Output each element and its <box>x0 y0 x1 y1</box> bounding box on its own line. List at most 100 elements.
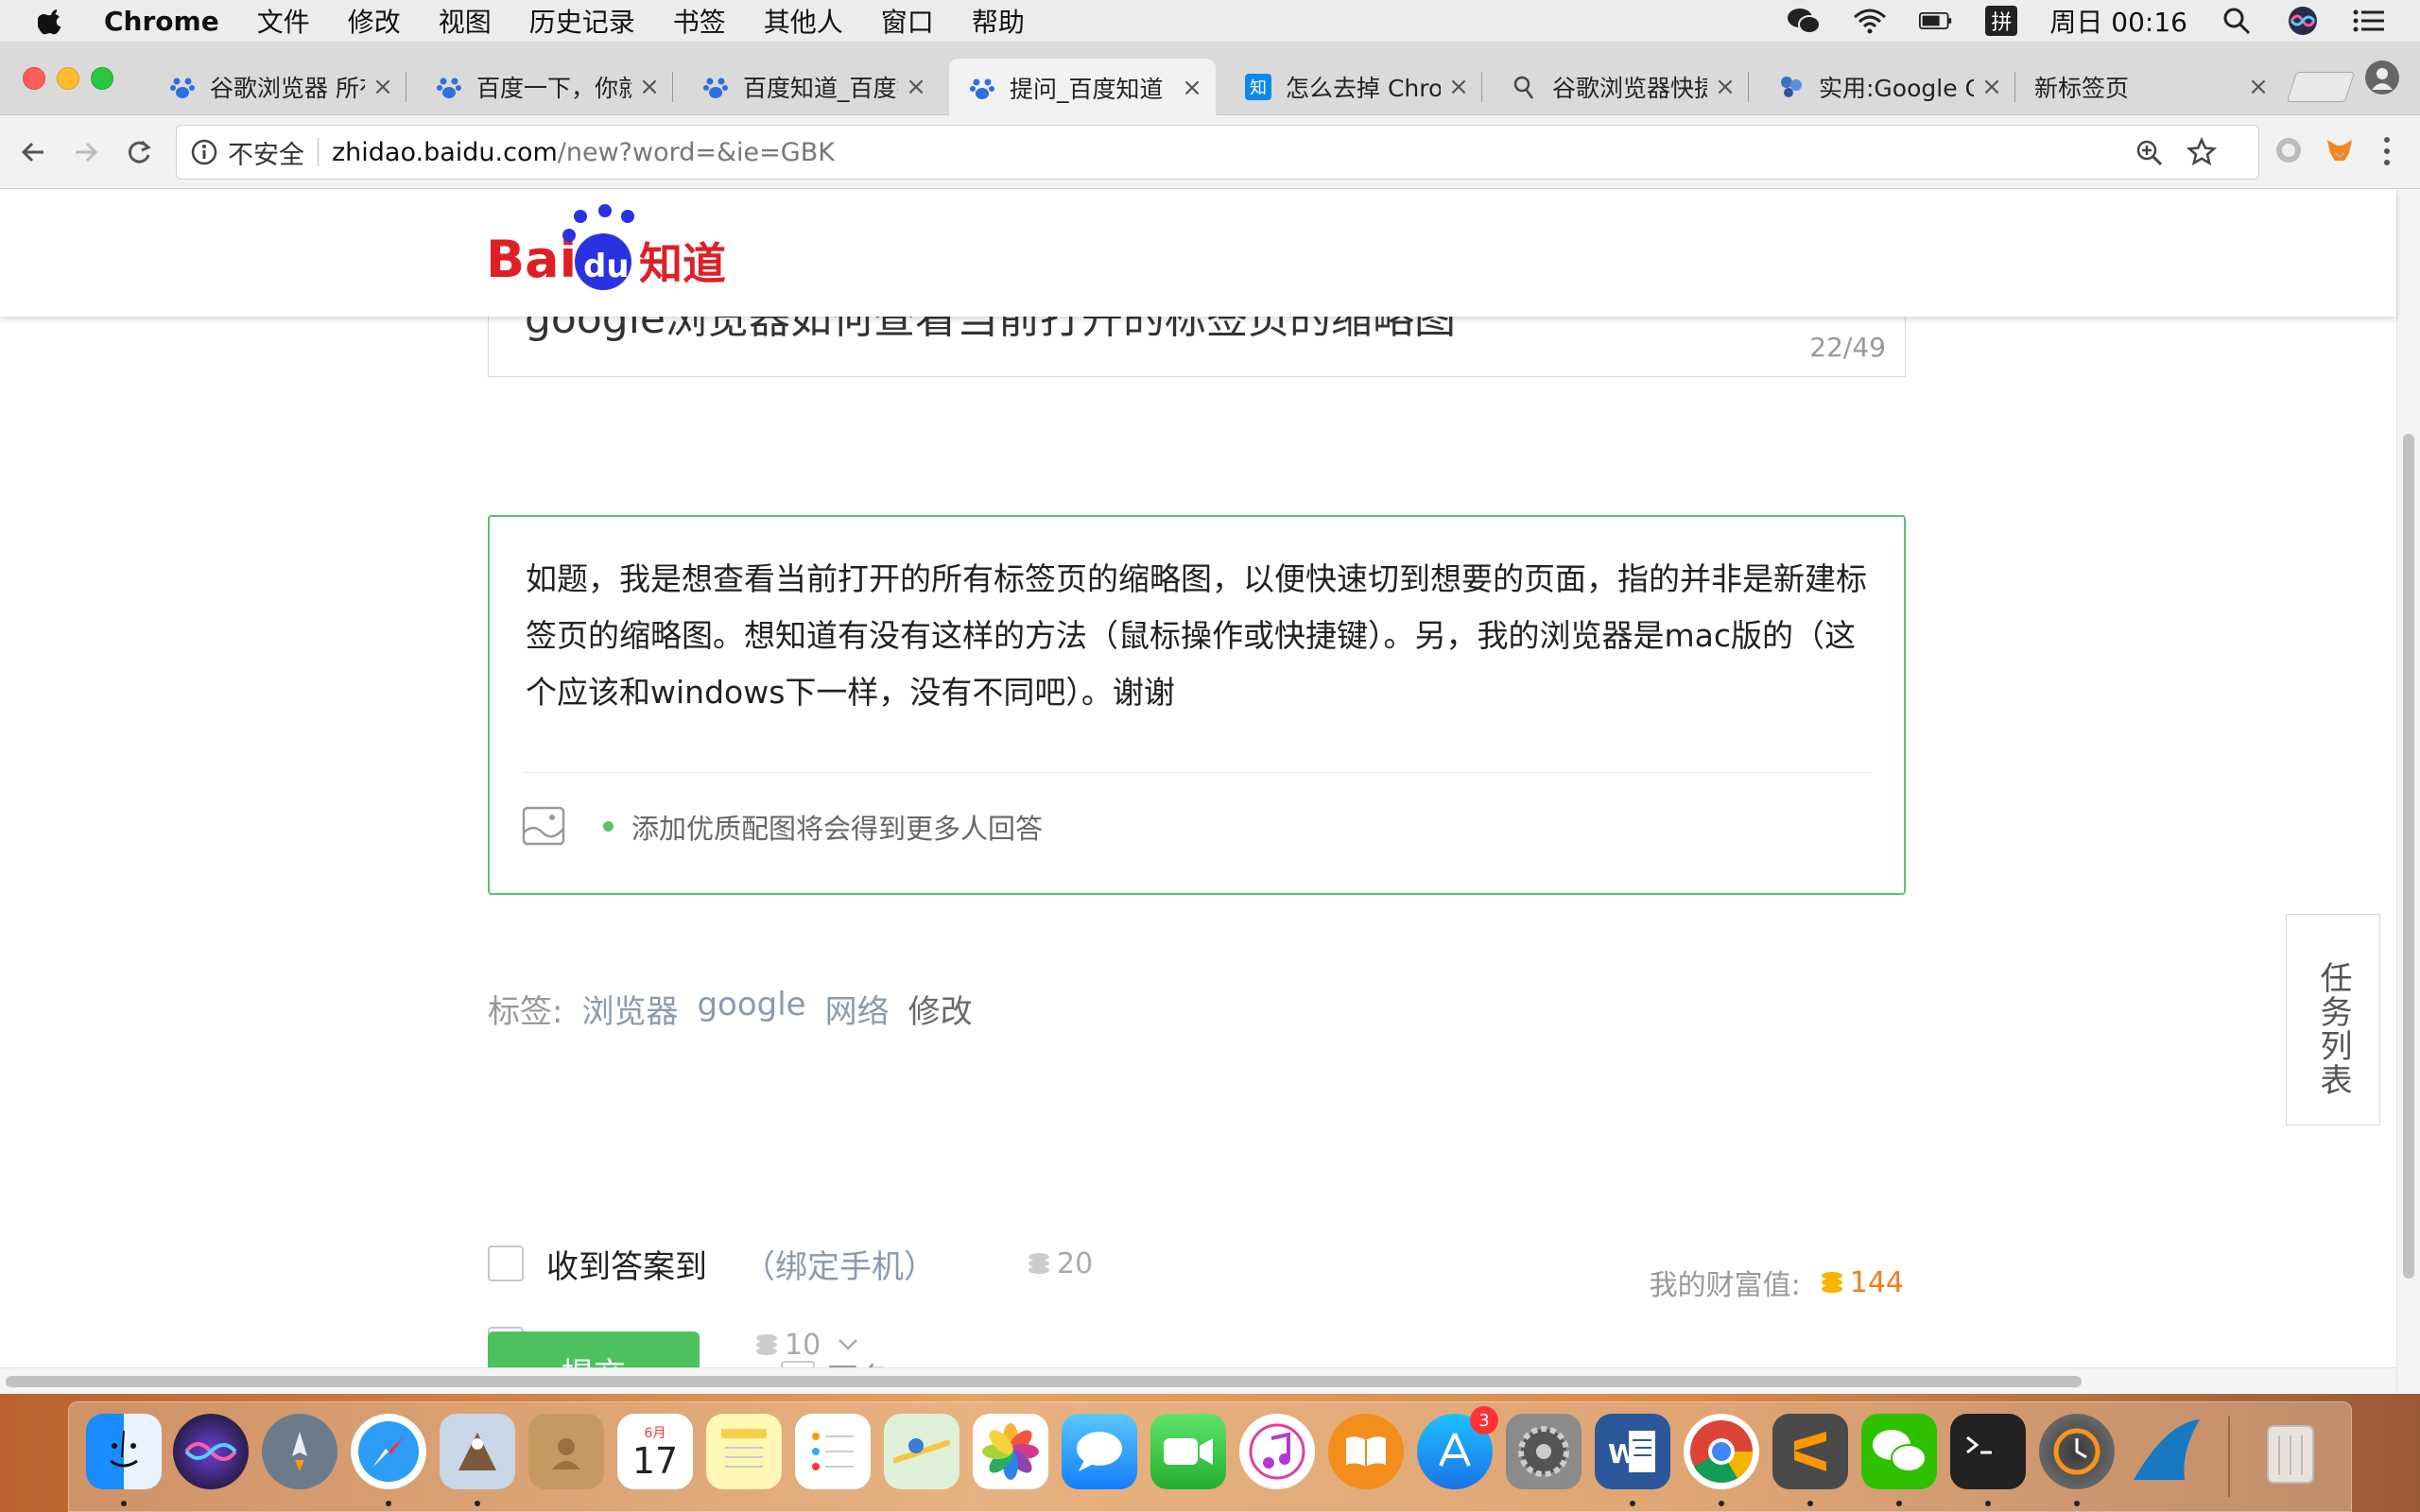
zoom-window-button[interactable] <box>91 67 113 90</box>
info-icon[interactable] <box>190 138 218 166</box>
tab-0[interactable]: 谷歌浏览器 所有 × <box>149 59 406 115</box>
menubar-clock[interactable]: 周日 00:16 <box>2049 2 2187 40</box>
tab-strip: 谷歌浏览器 所有 × 百度一下，你就 × 百度知道_百度搜 × 提问_百度知道 … <box>0 42 2420 116</box>
menu-file[interactable]: 文件 <box>257 2 310 40</box>
app-store-badge: 3 <box>1470 1406 1498 1435</box>
system-preferences-icon[interactable] <box>1506 1414 1582 1489</box>
chrome-icon[interactable] <box>1684 1414 1759 1489</box>
apple-icon[interactable] <box>38 6 66 36</box>
notification-center-icon[interactable] <box>2352 6 2386 36</box>
tab-close-icon[interactable]: × <box>1981 73 2002 101</box>
reload-button[interactable] <box>119 132 159 172</box>
minimize-window-button[interactable] <box>57 67 79 90</box>
terminal-icon[interactable] <box>1950 1414 2026 1489</box>
tab-7[interactable]: 新标签页 × <box>2025 59 2282 115</box>
sublime-text-icon[interactable] <box>1772 1414 1848 1489</box>
svg-text:Bai: Bai <box>486 230 577 289</box>
ibooks-icon[interactable] <box>1328 1414 1404 1489</box>
profile-avatar-icon[interactable] <box>2365 60 2399 94</box>
macos-dock: 6月 17 3 W <box>68 1401 2352 1512</box>
maps-icon[interactable] <box>884 1414 959 1489</box>
tab-1[interactable]: 百度一下，你就 × <box>416 59 673 115</box>
wechat-status-icon[interactable] <box>1787 6 1822 36</box>
title-char-count: 22/49 <box>1809 332 1886 363</box>
extension-circle-icon[interactable] <box>2273 134 2305 166</box>
contacts-icon[interactable] <box>528 1414 604 1489</box>
messages-icon[interactable] <box>1062 1414 1137 1489</box>
calendar-month: 6月 <box>644 1426 666 1441</box>
reminders-icon[interactable] <box>795 1414 871 1489</box>
tab-close-icon[interactable]: × <box>1448 73 1469 101</box>
close-window-button[interactable] <box>23 67 45 90</box>
receive-cost: 20 <box>1027 1247 1093 1280</box>
itunes-icon[interactable] <box>1239 1414 1315 1489</box>
tag-item[interactable]: 网络 <box>825 986 890 1032</box>
tag-item[interactable]: google <box>697 986 805 1032</box>
task-list-panel[interactable]: 任务列表 <box>2286 914 2380 1125</box>
tab-close-icon[interactable]: × <box>1715 73 1736 101</box>
edit-tags-link[interactable]: 修改 <box>908 986 973 1032</box>
input-method-icon[interactable]: 拼 <box>1985 6 2018 36</box>
menu-people[interactable]: 其他人 <box>764 2 843 40</box>
wireshark-icon[interactable] <box>2128 1414 2204 1489</box>
bookmark-star-icon[interactable] <box>2187 137 2217 167</box>
photos-icon[interactable] <box>973 1414 1048 1489</box>
back-button[interactable] <box>13 132 53 172</box>
wifi-icon[interactable] <box>1853 6 1887 36</box>
tab-close-icon[interactable]: × <box>2248 73 2269 101</box>
address-bar[interactable]: 不安全 zhidao.baidu.com/new?word=&ie=GBK <box>176 125 2259 180</box>
bind-phone-link[interactable]: （绑定手机） <box>743 1241 936 1287</box>
chrome-menu-icon[interactable] <box>2373 132 2401 170</box>
horizontal-scrollbar[interactable] <box>0 1367 2396 1394</box>
safari-icon[interactable] <box>351 1414 426 1489</box>
tab-close-icon[interactable]: × <box>1182 74 1202 102</box>
word-icon[interactable]: W <box>1595 1414 1670 1489</box>
menu-help[interactable]: 帮助 <box>972 2 1025 40</box>
menu-edit[interactable]: 修改 <box>348 2 401 40</box>
security-label[interactable]: 不安全 <box>228 134 304 171</box>
app-store-icon[interactable]: 3 <box>1417 1406 1498 1489</box>
menu-window[interactable]: 窗口 <box>881 2 934 40</box>
siri-icon[interactable] <box>2286 6 2320 36</box>
tab-4[interactable]: 知 怎么去掉 Chrom × <box>1225 59 1482 115</box>
wechat-icon[interactable] <box>1861 1414 1937 1489</box>
baidu-zhidao-logo[interactable]: Bai du 知道 <box>486 203 732 294</box>
tab-close-icon[interactable]: × <box>639 73 660 101</box>
trash-icon[interactable] <box>2253 1414 2328 1489</box>
tab-3-active[interactable]: 提问_百度知道 × <box>949 59 1216 116</box>
tab-title: 提问_百度知道 <box>1010 75 1164 103</box>
calendar-icon[interactable]: 6月 17 <box>617 1414 693 1489</box>
tags-label: 标签: <box>488 993 563 1031</box>
receive-answer-checkbox[interactable] <box>488 1246 524 1281</box>
new-tab-button[interactable] <box>2286 72 2356 102</box>
arrow-right-icon <box>76 142 98 163</box>
notes-icon[interactable] <box>706 1414 782 1489</box>
coin-stack-icon <box>1028 1253 1049 1274</box>
vertical-scrollbar[interactable] <box>2396 190 2420 1394</box>
menu-app-name[interactable]: Chrome <box>104 6 219 37</box>
menu-bookmarks[interactable]: 书签 <box>673 2 726 40</box>
tag-item[interactable]: 浏览器 <box>581 986 678 1032</box>
question-description-textarea[interactable]: 如题，我是想查看当前打开的所有标签页的缩略图，以便快速切到想要的页面，指的并非是… <box>488 515 1906 895</box>
launchpad-icon[interactable] <box>262 1414 337 1489</box>
siri-icon[interactable] <box>173 1414 249 1489</box>
tab-2[interactable]: 百度知道_百度搜 × <box>683 59 940 115</box>
battery-icon[interactable] <box>1919 6 1953 36</box>
add-image-icon[interactable] <box>522 806 565 846</box>
tab-title: 实用:Google Ch <box>1819 75 1974 102</box>
forward-button[interactable] <box>66 132 106 172</box>
menu-history[interactable]: 历史记录 <box>529 2 635 40</box>
mail-icon[interactable] <box>440 1414 515 1489</box>
metamask-fox-icon[interactable] <box>2324 134 2356 166</box>
tab-close-icon[interactable]: × <box>372 73 393 101</box>
menu-view[interactable]: 视图 <box>439 2 492 40</box>
arrow-left-icon <box>21 142 43 163</box>
tab-6[interactable]: 实用:Google Ch × <box>1758 59 2015 115</box>
tab-5[interactable]: 谷歌浏览器快捷 × <box>1492 59 1749 115</box>
time-machine-icon[interactable] <box>2039 1414 2115 1489</box>
facetime-icon[interactable] <box>1150 1414 1226 1489</box>
finder-icon[interactable] <box>86 1414 162 1489</box>
tab-close-icon[interactable]: × <box>906 73 926 101</box>
zoom-in-icon[interactable] <box>2135 139 2164 167</box>
spotlight-search-icon[interactable] <box>2220 6 2254 36</box>
